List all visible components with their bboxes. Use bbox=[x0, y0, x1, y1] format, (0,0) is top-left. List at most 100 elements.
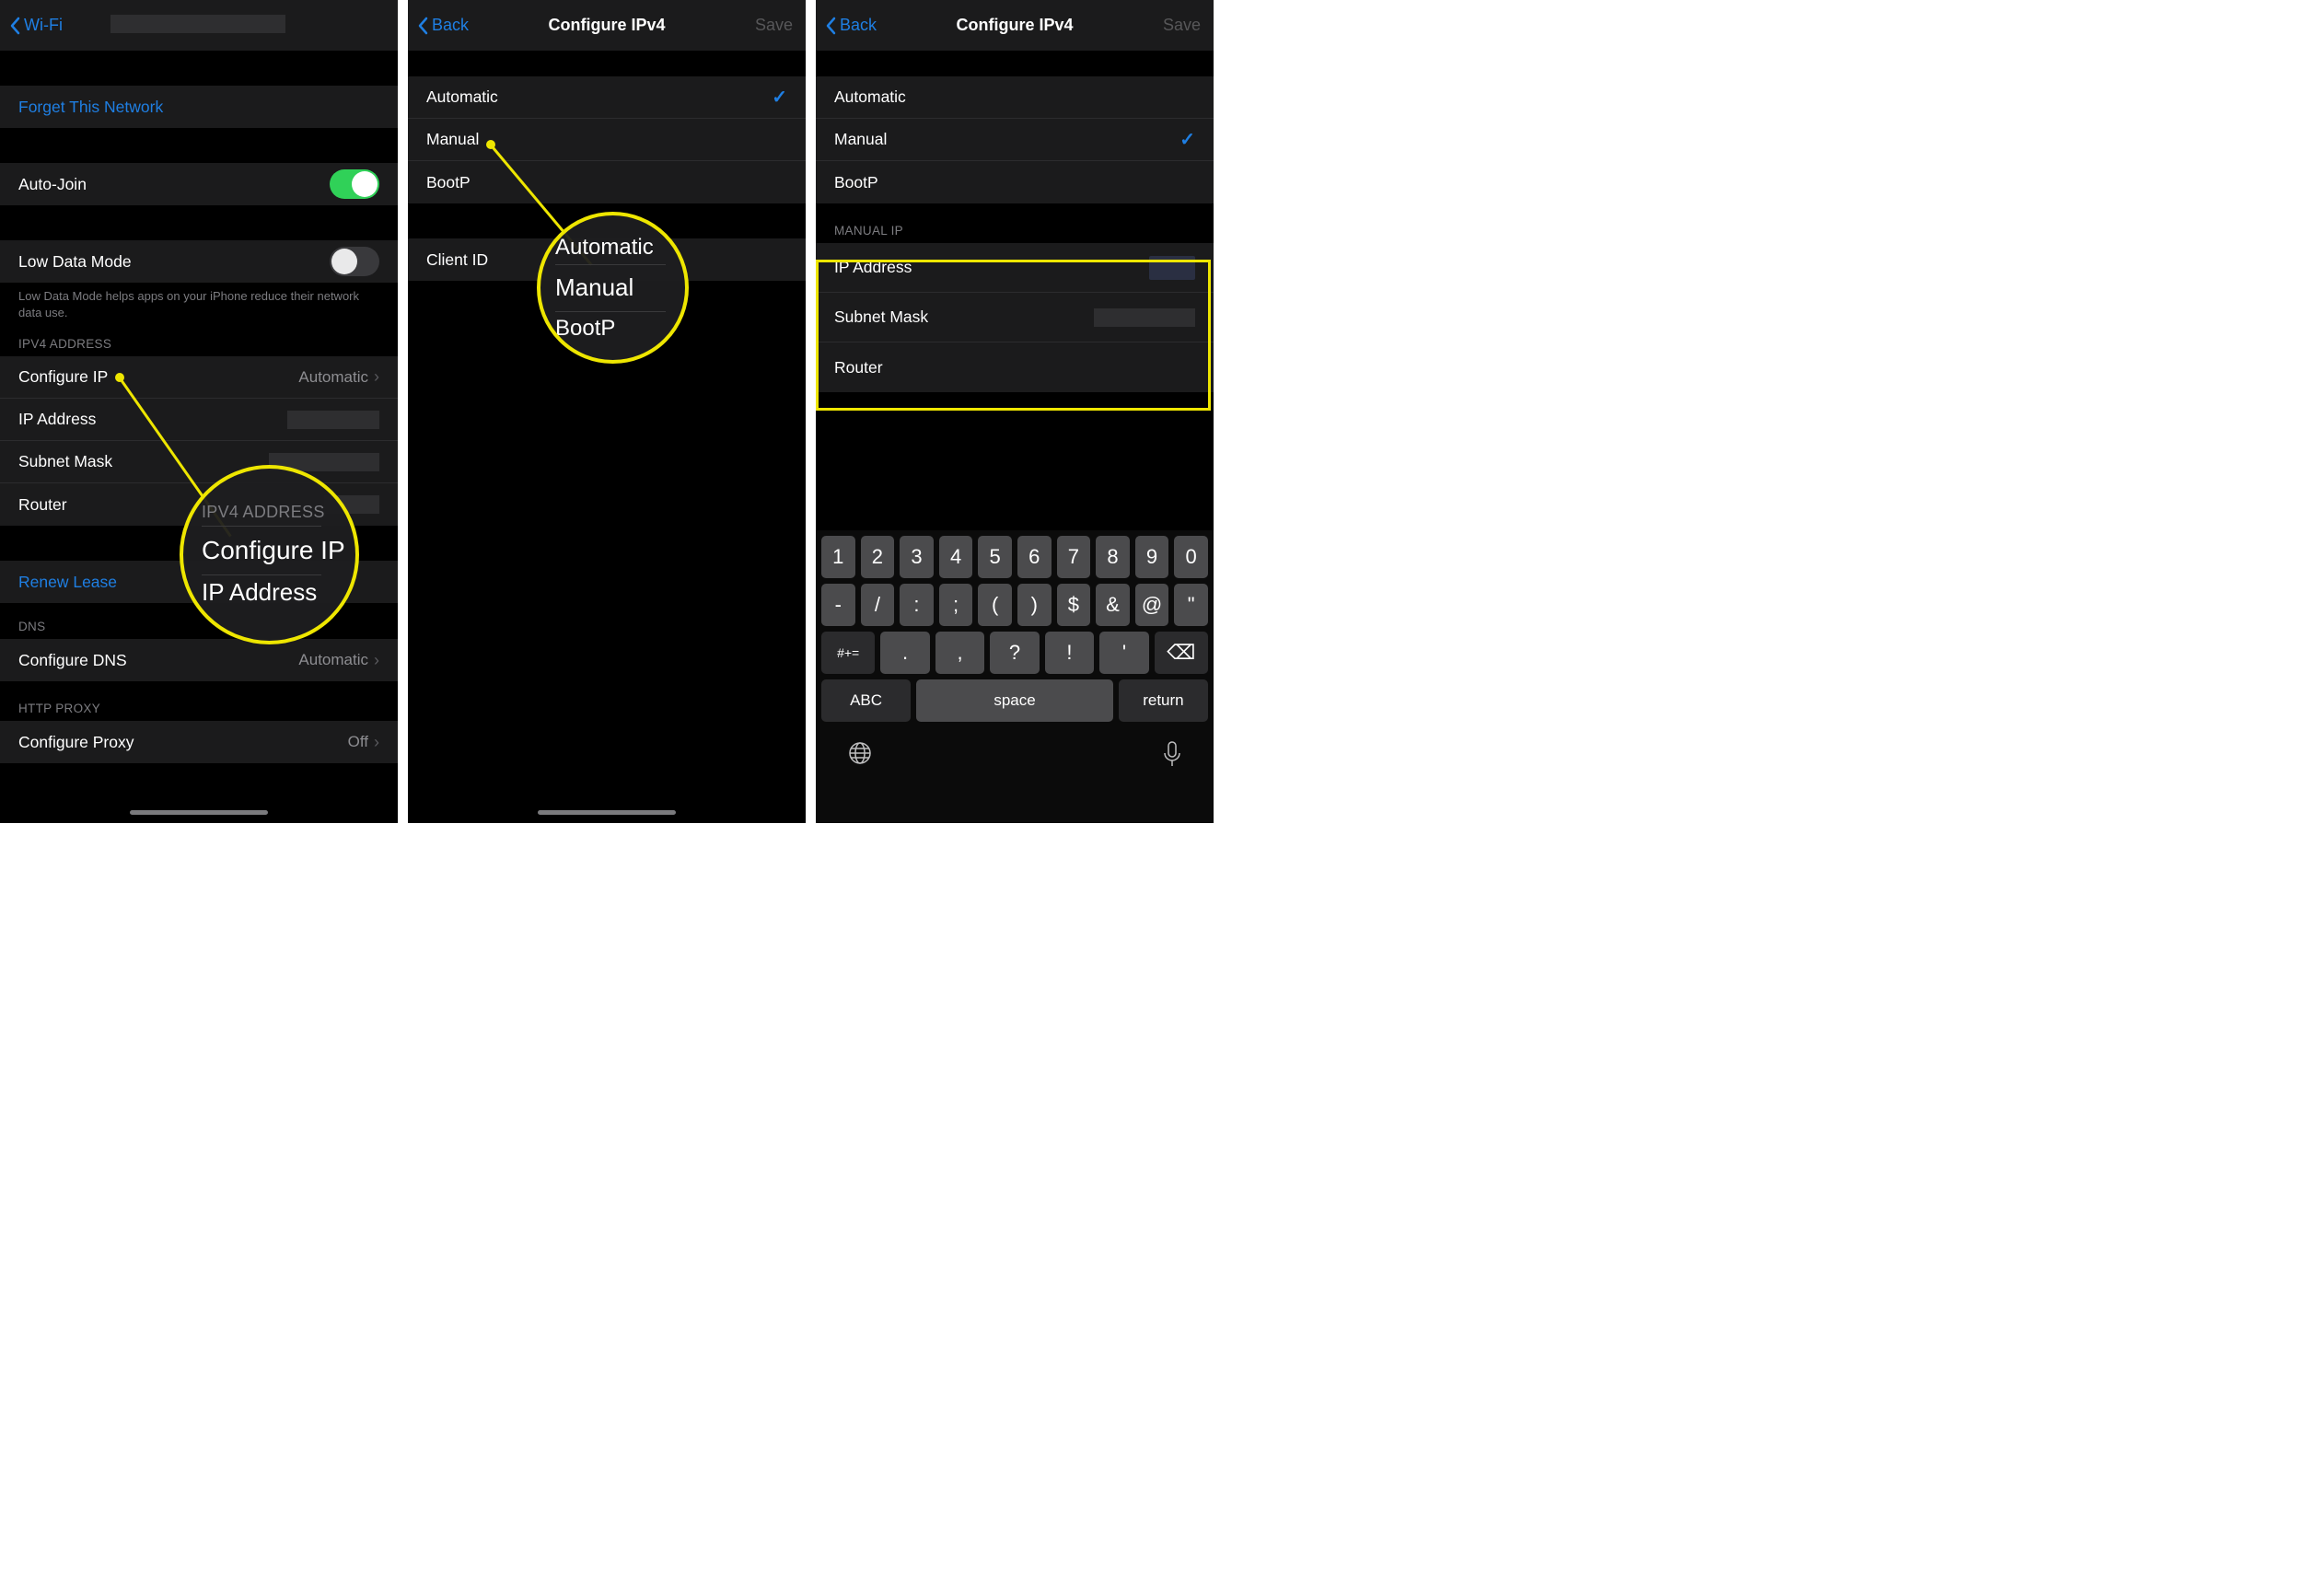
screen-configure-ipv4-auto: Back Configure IPv4 Save Automatic ✓ Man… bbox=[408, 0, 806, 823]
checkmark-icon: ✓ bbox=[772, 86, 787, 109]
key-![interactable]: ! bbox=[1045, 632, 1094, 674]
back-button[interactable]: Back bbox=[417, 16, 469, 35]
nav-bar: Back Configure IPv4 Save bbox=[408, 0, 806, 51]
renew-lease-button[interactable]: Renew Lease bbox=[0, 561, 398, 603]
key-$[interactable]: $ bbox=[1057, 584, 1091, 626]
kbd-row-2: -/:;()$&@" bbox=[819, 584, 1210, 626]
low-data-row[interactable]: Low Data Mode bbox=[0, 240, 398, 283]
key--[interactable]: - bbox=[821, 584, 855, 626]
auto-join-row[interactable]: Auto-Join bbox=[0, 163, 398, 205]
router-label: Router bbox=[18, 495, 67, 515]
low-data-desc: Low Data Mode helps apps on your iPhone … bbox=[0, 283, 398, 320]
key-&[interactable]: & bbox=[1096, 584, 1130, 626]
key-5[interactable]: 5 bbox=[978, 536, 1012, 578]
chevron-left-icon bbox=[9, 17, 20, 35]
key-1[interactable]: 1 bbox=[821, 536, 855, 578]
checkmark-icon: ✓ bbox=[1179, 128, 1195, 151]
ip-address-row: IP Address bbox=[0, 399, 398, 441]
home-indicator[interactable] bbox=[130, 810, 268, 815]
back-label: Back bbox=[432, 16, 469, 35]
back-button[interactable]: Back bbox=[825, 16, 877, 35]
router-row: Router bbox=[0, 483, 398, 526]
key-space[interactable]: space bbox=[916, 679, 1113, 722]
key-;[interactable]: ; bbox=[939, 584, 973, 626]
key-"[interactable]: " bbox=[1174, 584, 1208, 626]
proxy-header: HTTP PROXY bbox=[0, 702, 398, 721]
key-.[interactable]: . bbox=[880, 632, 929, 674]
configure-ip-label: Configure IP bbox=[18, 367, 108, 387]
key-7[interactable]: 7 bbox=[1057, 536, 1091, 578]
low-data-label: Low Data Mode bbox=[18, 252, 132, 272]
ipv4-option-automatic[interactable]: Automatic bbox=[816, 76, 1214, 119]
ipv4-option-manual[interactable]: Manual ✓ bbox=[816, 119, 1214, 161]
configure-dns-label: Configure DNS bbox=[18, 651, 127, 670]
auto-join-toggle[interactable] bbox=[330, 169, 379, 199]
configure-proxy-value: Off bbox=[348, 733, 368, 751]
key-3[interactable]: 3 bbox=[900, 536, 934, 578]
key-0[interactable]: 0 bbox=[1174, 536, 1208, 578]
nav-bar: Back Configure IPv4 Save bbox=[816, 0, 1214, 51]
ipv4-option-manual[interactable]: Manual bbox=[408, 119, 806, 161]
key-([interactable]: ( bbox=[978, 584, 1012, 626]
back-button[interactable]: Wi-Fi bbox=[9, 16, 63, 35]
home-indicator[interactable] bbox=[538, 810, 676, 815]
key-,[interactable]: , bbox=[935, 632, 984, 674]
kbd-row-4: ABC space return bbox=[819, 679, 1210, 722]
auto-join-label: Auto-Join bbox=[18, 175, 87, 194]
configure-proxy-row[interactable]: Configure Proxy Off› bbox=[0, 721, 398, 763]
configure-dns-value: Automatic bbox=[298, 651, 368, 669]
kbd-row-1: 1234567890 bbox=[819, 536, 1210, 578]
save-button[interactable]: Save bbox=[1163, 16, 1201, 35]
key-6[interactable]: 6 bbox=[1017, 536, 1052, 578]
ipv4-option-bootp[interactable]: BootP bbox=[408, 161, 806, 203]
automatic-label: Automatic bbox=[426, 87, 498, 107]
title-redacted bbox=[110, 15, 285, 33]
key-/[interactable]: / bbox=[861, 584, 895, 626]
router-redacted bbox=[324, 495, 379, 514]
nav-bar: Wi-Fi bbox=[0, 0, 398, 51]
chevron-right-icon: › bbox=[374, 651, 379, 670]
screen-configure-ipv4-manual: Back Configure IPv4 Save Automatic Manua… bbox=[816, 0, 1214, 823]
anno-t3: BootP bbox=[555, 316, 615, 342]
globe-icon[interactable] bbox=[847, 740, 873, 766]
bootp-label: BootP bbox=[426, 173, 471, 192]
screen-wifi-details: Wi-Fi Forget This Network Auto-Join Low … bbox=[0, 0, 398, 823]
configure-ip-value: Automatic bbox=[298, 368, 368, 387]
keyboard: 1234567890 -/:;()$&@" #+= .,?!' ⌫ ABC sp… bbox=[816, 530, 1214, 823]
key-2[interactable]: 2 bbox=[861, 536, 895, 578]
back-label: Wi-Fi bbox=[24, 16, 63, 35]
configure-proxy-label: Configure Proxy bbox=[18, 733, 134, 752]
key-@[interactable]: @ bbox=[1135, 584, 1169, 626]
mic-icon[interactable] bbox=[1162, 740, 1182, 768]
ipv4-header: IPV4 ADDRESS bbox=[0, 337, 398, 356]
manual-ip-header: MANUAL IP bbox=[816, 224, 1214, 243]
ipv4-option-bootp[interactable]: BootP bbox=[816, 161, 1214, 203]
manual-label: Manual bbox=[426, 130, 479, 149]
key-)[interactable]: ) bbox=[1017, 584, 1052, 626]
key-?[interactable]: ? bbox=[990, 632, 1039, 674]
ipv4-option-automatic[interactable]: Automatic ✓ bbox=[408, 76, 806, 119]
key-return[interactable]: return bbox=[1119, 679, 1208, 722]
key-delete[interactable]: ⌫ bbox=[1155, 632, 1208, 674]
kbd-bottom-row bbox=[819, 727, 1210, 768]
forget-label: Forget This Network bbox=[18, 98, 163, 117]
renew-label: Renew Lease bbox=[18, 573, 117, 592]
automatic-label: Automatic bbox=[834, 87, 906, 107]
subnet-redacted bbox=[269, 453, 379, 471]
key-symbols[interactable]: #+= bbox=[821, 632, 875, 674]
key-8[interactable]: 8 bbox=[1096, 536, 1130, 578]
client-id-row[interactable]: Client ID bbox=[408, 238, 806, 281]
low-data-toggle[interactable] bbox=[330, 247, 379, 276]
configure-ip-row[interactable]: Configure IP Automatic› bbox=[0, 356, 398, 399]
chevron-left-icon bbox=[417, 17, 428, 35]
key-abc[interactable]: ABC bbox=[821, 679, 911, 722]
configure-dns-row[interactable]: Configure DNS Automatic › bbox=[0, 639, 398, 681]
bootp-label: BootP bbox=[834, 173, 878, 192]
annotation-highlight-rect bbox=[816, 260, 1211, 411]
save-button[interactable]: Save bbox=[755, 16, 793, 35]
key-'[interactable]: ' bbox=[1099, 632, 1148, 674]
forget-network-button[interactable]: Forget This Network bbox=[0, 86, 398, 128]
key-:[interactable]: : bbox=[900, 584, 934, 626]
key-4[interactable]: 4 bbox=[939, 536, 973, 578]
key-9[interactable]: 9 bbox=[1135, 536, 1169, 578]
